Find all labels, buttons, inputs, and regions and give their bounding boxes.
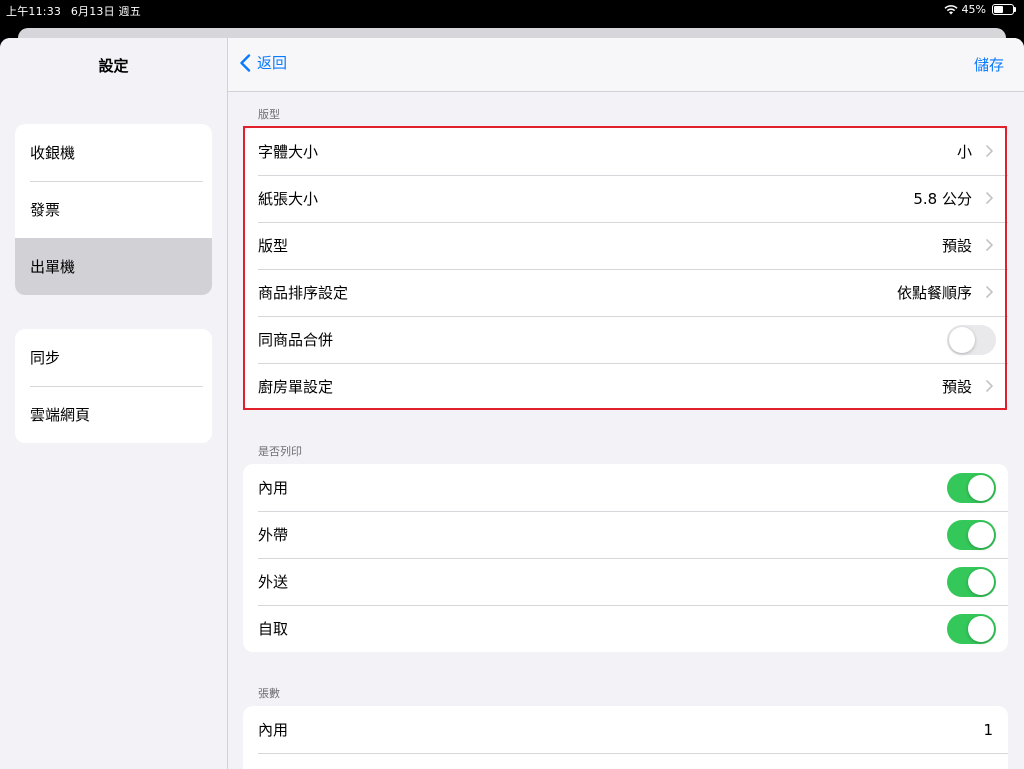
item-sort-row[interactable]: 商品排序設定 依點餐順序 [243,269,1008,316]
row-value: 5.8 公分 [913,190,972,208]
sidebar-group-2: 同步 雲端網頁 [15,329,212,443]
paper-size-row[interactable]: 紙張大小 5.8 公分 [243,175,1008,222]
sidebar-title: 設定 [98,57,129,75]
sidebar-item-sync[interactable]: 同步 [15,329,212,386]
row-label: 字體大小 [258,143,319,161]
row-label: 自取 [258,620,289,638]
status-right: 45% [944,3,1016,16]
status-time: 上午11:33 [6,5,62,18]
section-header-print: 是否列印 [258,445,302,458]
navbar: 返回 儲存 [228,38,1024,92]
sidebar-group-1: 收銀機 發票 出單機 [15,124,212,295]
row-label: 外帶 [258,526,289,544]
chevron-right-icon [986,145,993,157]
battery-fill [994,6,1003,13]
print-dine-in-row: 內用 [243,464,1008,511]
wifi-icon [944,5,958,15]
status-left: 上午11:33 6月13日 週五 [6,3,147,19]
battery-icon [992,4,1016,15]
toggle-knob [968,475,994,501]
print-delivery-row: 外送 [243,558,1008,605]
print-delivery-toggle[interactable] [947,567,996,597]
section-header-copies: 張數 [258,687,280,700]
layout-group: 字體大小 小 紙張大小 5.8 公分 版型 預設 商品排序設定 依點餐順序 同商… [243,128,1008,410]
sidebar-item-cloud-web[interactable]: 雲端網頁 [15,386,212,443]
chevron-right-icon [986,286,993,298]
toggle-knob [968,616,994,642]
row-value: 預設 [941,378,972,396]
sidebar-item-label: 雲端網頁 [30,406,91,424]
sidebar-item-label: 發票 [30,201,61,219]
print-pickup-toggle[interactable] [947,614,996,644]
sidebar-item-printer[interactable]: 出單機 [15,238,212,295]
row-value: 1 [983,720,993,739]
row-value: 預設 [941,237,972,255]
status-bar: 上午11:33 6月13日 週五 45% [0,0,1024,20]
copies-dine-in-row[interactable]: 內用 1 [243,706,1008,753]
print-group: 內用 外帶 外送 自取 [243,464,1008,652]
font-size-row[interactable]: 字體大小 小 [243,128,1008,175]
back-button[interactable]: 返回 [239,52,287,73]
save-button[interactable]: 儲存 [974,54,1004,75]
print-takeout-toggle[interactable] [947,520,996,550]
row-label: 外送 [258,573,289,591]
sidebar-item-invoice[interactable]: 發票 [15,181,212,238]
toggle-knob [968,569,994,595]
chevron-right-icon [986,380,993,392]
print-takeout-row: 外帶 [243,511,1008,558]
sidebar-item-label: 同步 [30,349,61,367]
chevron-left-icon [240,53,251,72]
chevron-right-icon [986,239,993,251]
settings-sheet: 設定 收銀機 發票 出單機 同步 雲端網頁 返回 儲存 版型 字體大小 小 紙張… [0,38,1024,769]
sidebar-item-label: 出單機 [30,258,76,276]
merge-items-toggle[interactable] [947,325,996,355]
copies-group: 內用 1 [243,706,1008,769]
template-row[interactable]: 版型 預設 [243,222,1008,269]
print-pickup-row: 自取 [243,605,1008,652]
row-value: 小 [956,143,972,161]
toggle-knob [968,522,994,548]
chevron-right-icon [986,192,993,204]
status-date: 6月13日 週五 [70,5,141,18]
sidebar: 設定 收銀機 發票 出單機 同步 雲端網頁 [0,38,228,769]
sidebar-item-label: 收銀機 [30,144,76,162]
row-label: 內用 [258,479,289,497]
row-label: 版型 [258,237,289,255]
kitchen-ticket-row[interactable]: 廚房單設定 預設 [243,363,1008,410]
merge-items-row: 同商品合併 [243,316,1008,363]
back-button-label: 返回 [257,54,288,72]
row-label: 紙張大小 [258,190,319,208]
toggle-knob [949,327,975,353]
battery-percent: 45% [961,3,986,16]
print-dine-in-toggle[interactable] [947,473,996,503]
section-header-layout: 版型 [258,108,280,121]
copies-next-row[interactable] [243,753,1008,769]
row-label: 商品排序設定 [258,284,349,302]
main-panel: 返回 儲存 版型 字體大小 小 紙張大小 5.8 公分 版型 預設 商品排序設定… [228,38,1024,769]
row-label: 廚房單設定 [258,378,334,396]
row-value: 依點餐順序 [896,284,972,302]
row-label: 內用 [258,721,289,739]
row-label: 同商品合併 [258,331,334,349]
sidebar-item-cashier[interactable]: 收銀機 [15,124,212,181]
